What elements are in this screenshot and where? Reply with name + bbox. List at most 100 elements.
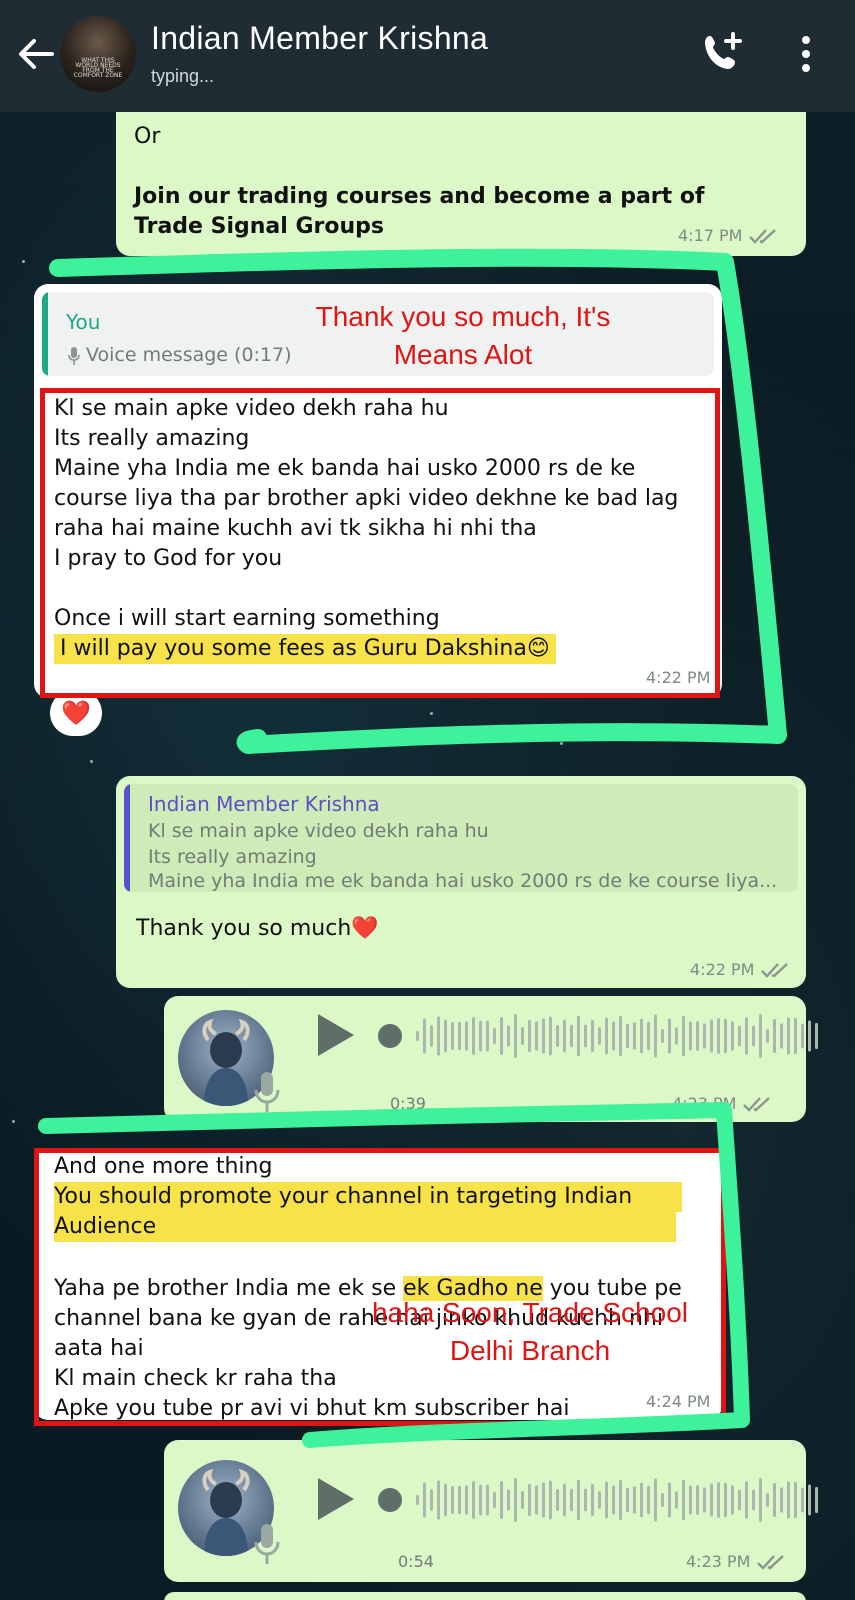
waveform-bar bbox=[738, 1025, 741, 1047]
waveform-bar bbox=[528, 1019, 531, 1053]
waveform-bar bbox=[570, 1488, 573, 1512]
waveform-bar bbox=[794, 1481, 797, 1519]
add-call-icon[interactable] bbox=[700, 30, 746, 76]
waveform-bar bbox=[633, 1486, 636, 1514]
waveform-bar bbox=[535, 1021, 538, 1051]
sent-message-bubble[interactable]: Or Join our trading courses and become a… bbox=[116, 96, 806, 256]
waveform-bar bbox=[738, 1489, 741, 1511]
waveform-bar bbox=[549, 1016, 552, 1056]
audio-waveform[interactable] bbox=[376, 1468, 826, 1528]
waveform-bar bbox=[668, 1018, 671, 1054]
message-meta: 4:17 PM bbox=[678, 226, 778, 245]
waveform-bar bbox=[731, 1021, 734, 1051]
voice-message-bubble[interactable]: 0:39 4:23 PM bbox=[164, 996, 818, 1122]
waveform-bar bbox=[444, 1019, 447, 1053]
waveform-bar bbox=[626, 1487, 629, 1513]
waveform-bar bbox=[458, 1021, 461, 1051]
waveform-bar bbox=[675, 1491, 678, 1509]
waveform-bar bbox=[584, 1488, 587, 1512]
sent-reply-bubble[interactable]: Indian Member Krishna Kl se main apke vi… bbox=[116, 776, 806, 988]
waveform-bar bbox=[479, 1020, 482, 1052]
quote-bar bbox=[124, 784, 130, 892]
annotation-note: haha Soon, Trade School Delhi Branch bbox=[371, 1297, 688, 1366]
red-highlight-box bbox=[40, 388, 720, 698]
quote-line: Its really amazing bbox=[148, 846, 317, 868]
avatar-caption: WHAT THIS WORLD NEEDS FROM THE COMFORT Z… bbox=[73, 57, 123, 79]
waveform-bar bbox=[654, 1478, 657, 1522]
waveform-bar bbox=[766, 1493, 769, 1507]
message-meta: 4:23 PM bbox=[672, 1094, 772, 1113]
voice-message-bubble[interactable]: 0:54 4:23 PM bbox=[164, 1440, 818, 1582]
quote-body: Voice message (0:17) bbox=[86, 344, 292, 366]
message-meta: 4:22 PM bbox=[690, 960, 790, 979]
message-text-or: Or bbox=[134, 124, 161, 149]
waveform-bar bbox=[717, 1018, 720, 1054]
back-arrow-icon[interactable] bbox=[14, 32, 58, 76]
waveform-bar bbox=[752, 1489, 755, 1511]
message-time: 4:22 PM bbox=[690, 960, 755, 979]
waveform-bar bbox=[577, 1015, 580, 1057]
waveform-bar bbox=[465, 1021, 468, 1051]
waveform-bar bbox=[682, 1015, 685, 1057]
more-options-icon[interactable] bbox=[796, 34, 816, 74]
waveform-bar bbox=[577, 1479, 580, 1521]
waveform-bar bbox=[780, 1023, 783, 1049]
read-ticks-icon bbox=[757, 1554, 785, 1570]
waveform-bar bbox=[696, 1021, 699, 1051]
waveform-bar bbox=[563, 1483, 566, 1517]
read-ticks-icon bbox=[761, 962, 789, 978]
message-text: Join our trading courses and become a pa… bbox=[134, 184, 705, 239]
waveform-bar bbox=[773, 1019, 776, 1053]
quote-line: Kl se main apke video dekh raha hu bbox=[148, 820, 489, 842]
quote-author: Indian Member Krishna bbox=[148, 792, 380, 816]
waveform-bar bbox=[570, 1024, 573, 1048]
waveform-bar bbox=[465, 1485, 468, 1515]
contact-name[interactable]: Indian Member Krishna bbox=[151, 20, 488, 57]
waveform-bar bbox=[479, 1484, 482, 1516]
waveform-bar bbox=[535, 1485, 538, 1515]
waveform-bar bbox=[808, 1020, 811, 1052]
waveform-bar bbox=[640, 1482, 643, 1518]
waveform-bar bbox=[745, 1481, 748, 1519]
microphone-icon bbox=[254, 1072, 280, 1112]
waveform-bar bbox=[437, 1016, 440, 1056]
play-icon[interactable] bbox=[316, 1012, 356, 1058]
waveform-bar bbox=[556, 1025, 559, 1047]
waveform-bar bbox=[591, 1020, 594, 1052]
microphone-icon bbox=[254, 1524, 280, 1564]
play-icon[interactable] bbox=[316, 1476, 356, 1522]
waveform-bar bbox=[780, 1487, 783, 1513]
waveform-bar bbox=[787, 1481, 790, 1519]
voice-duration: 0:54 bbox=[398, 1552, 434, 1571]
quoted-message[interactable]: Indian Member Krishna Kl se main apke vi… bbox=[124, 784, 798, 892]
message-time: 4:23 PM bbox=[672, 1094, 737, 1113]
waveform-bar bbox=[682, 1479, 685, 1521]
audio-waveform[interactable] bbox=[376, 1004, 826, 1064]
waveform-bar bbox=[689, 1021, 692, 1051]
waveform-bar bbox=[556, 1489, 559, 1511]
message-meta: 4:23 PM bbox=[686, 1552, 786, 1571]
waveform-bar bbox=[416, 1031, 419, 1041]
waveform-bar bbox=[654, 1014, 657, 1058]
waveform-bar bbox=[675, 1027, 678, 1045]
read-ticks-icon bbox=[743, 1096, 771, 1112]
waveform-bar bbox=[647, 1021, 650, 1051]
waveform-bar bbox=[451, 1486, 454, 1514]
annotation-note: Thank you so much, It's Means Alot bbox=[315, 301, 611, 370]
waveform-bar bbox=[444, 1483, 447, 1517]
waveform-bar bbox=[661, 1492, 664, 1508]
red-highlight-box bbox=[34, 1148, 726, 1426]
waveform-bar bbox=[451, 1022, 454, 1050]
waveform-bar bbox=[521, 1027, 524, 1045]
reaction-emoji: ❤️ bbox=[61, 699, 91, 727]
waveform-bar bbox=[710, 1483, 713, 1517]
waveform-bar bbox=[430, 1489, 433, 1511]
waveform-bar bbox=[528, 1483, 531, 1517]
waveform-bar bbox=[591, 1484, 594, 1516]
read-ticks-icon bbox=[749, 228, 777, 244]
waveform-bar bbox=[605, 1017, 608, 1055]
waveform-bar bbox=[549, 1480, 552, 1520]
mic-small-icon bbox=[68, 347, 80, 365]
contact-avatar[interactable]: WHAT THIS WORLD NEEDS FROM THE COMFORT Z… bbox=[60, 16, 136, 92]
waveform-bar bbox=[717, 1482, 720, 1518]
